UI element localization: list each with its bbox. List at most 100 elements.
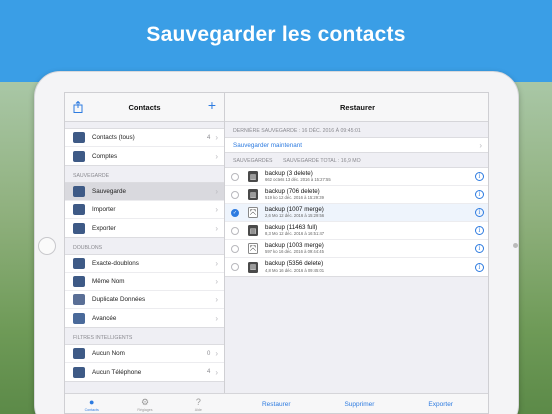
list-item-label: Avancée (92, 314, 117, 322)
last-backup-info: DERNIÈRE SAUVEGARDE : 16 DÉC. 2016 À 09:… (233, 128, 361, 134)
backup-list: ▥ backup (3 delete) 662 octets 13 déc. 2… (225, 167, 488, 277)
tab-help[interactable]: ? Aide (172, 394, 225, 413)
list-item-label: Importer (92, 206, 116, 213)
chevron-right-icon: › (215, 313, 218, 323)
radio-button[interactable] (231, 244, 239, 253)
info-icon[interactable]: i (475, 172, 484, 181)
backup-name: backup (1003 merge) (265, 241, 324, 249)
list-item-label: Sauvegarde (92, 188, 126, 195)
chevron-right-icon: › (215, 277, 218, 286)
chevron-right-icon: › (215, 349, 218, 358)
trash-icon: ▥ (248, 261, 258, 273)
list-item-count: 4 (206, 134, 211, 141)
trash-icon: ▥ (248, 189, 258, 200)
list-item-export[interactable]: Exporter › (65, 219, 224, 237)
list-item-all-contacts[interactable]: Contacts (tous) 4 › (65, 129, 224, 147)
backup-row[interactable]: ⤧ backup (1003 merge) 597 ko 16 déc. 201… (225, 240, 488, 258)
right-navbar: Restaurer (225, 93, 488, 122)
chevron-right-icon: › (215, 151, 218, 161)
filters-list: Aucun Nom 0 › Aucun Téléphone 4 › (65, 344, 224, 382)
backup-meta: 2,6 Mo 12 déc. 2016 à 15:29:56 (265, 213, 325, 219)
backup-row[interactable]: ✓ ⤧ backup (1007 merge) 2,6 Mo 12 déc. 2… (225, 204, 488, 222)
radio-button[interactable] (231, 172, 239, 181)
chevron-right-icon: › (215, 133, 218, 142)
add-icon[interactable]: + (208, 98, 216, 112)
list-item-no-name[interactable]: Aucun Nom 0 › (65, 345, 224, 363)
contact-card-icon (73, 276, 85, 287)
merge-icon: ⤧ (248, 207, 258, 218)
list-item-count: 0 (206, 350, 211, 357)
import-icon (73, 204, 85, 215)
tab-label: Réglages (137, 407, 153, 412)
export-icon (73, 222, 85, 234)
section-header-duplicates: DOUBLONS (73, 245, 103, 251)
list-item-exact-duplicates[interactable]: Exacte-doublons › (65, 255, 224, 273)
search-icon (73, 312, 85, 324)
list-item-import[interactable]: Importer › (65, 201, 224, 219)
backup-name: backup (1007 merge) (265, 205, 324, 213)
contact-card-icon (73, 348, 85, 359)
list-item-label: Aucun Téléphone (92, 368, 142, 376)
backup-row[interactable]: ▥ backup (706 delete) 519 ko 12 déc. 201… (225, 186, 488, 204)
tab-contacts[interactable]: ● Contacts (65, 394, 118, 413)
radio-button[interactable] (231, 263, 239, 271)
list-item-duplicate-data[interactable]: Duplicate Données › (65, 291, 224, 309)
merge-icon: ⤧ (248, 243, 258, 254)
info-icon[interactable]: i (475, 262, 484, 272)
list-item-advanced[interactable]: Avancée › (65, 309, 224, 327)
chevron-right-icon: › (215, 187, 218, 196)
document-icon (73, 294, 85, 305)
backup-meta: 662 octets 13 déc. 2016 à 15:27:55 (265, 177, 331, 183)
info-icon[interactable]: i (475, 208, 484, 217)
list-item-no-phone[interactable]: Aucun Téléphone 4 › (65, 363, 224, 381)
backups-header: SAUVEGARDES SAUVEGARDE TOTAL : 16,9 MO (225, 153, 488, 167)
contacts-icon (73, 132, 85, 143)
phone-icon (73, 366, 85, 378)
left-navbar: Contacts + (65, 93, 224, 122)
trash-icon: ▥ (248, 171, 258, 182)
full-backup-icon: ▤ (248, 225, 258, 236)
backup-meta: 519 ko 12 déc. 2016 à 15:29:39 (265, 195, 324, 201)
radio-button[interactable] (231, 226, 239, 235)
backup-row[interactable]: ▥ backup (5356 delete) 4,8 Mo 16 déc. 20… (225, 258, 488, 276)
question-icon: ? (195, 396, 201, 407)
delete-button[interactable]: Supprimer (344, 401, 374, 408)
list-item-same-name[interactable]: Même Nom › (65, 273, 224, 291)
backup-now-button[interactable]: Sauvegarder maintenant (233, 142, 479, 149)
list-item-backup[interactable]: Sauvegarde › (65, 183, 224, 201)
backup-name: backup (5356 delete) (265, 260, 324, 268)
backup-meta: 597 ko 16 déc. 2016 à 09:44:45 (265, 249, 324, 255)
list-item-label: Comptes (92, 152, 118, 160)
tab-label: Aide (194, 407, 202, 412)
restore-button[interactable]: Restaurer (262, 401, 291, 408)
master-pane: Contacts + Contacts (tous) 4 › Comptes ›… (65, 93, 225, 413)
chevron-right-icon: › (215, 367, 218, 377)
list-item-label: Même Nom (92, 278, 125, 285)
chevron-right-icon: › (215, 295, 218, 304)
backup-row[interactable]: ▥ backup (3 delete) 662 octets 13 déc. 2… (225, 168, 488, 186)
info-icon[interactable]: i (475, 190, 484, 199)
person-icon: ● (88, 396, 95, 407)
list-item-count: 4 (206, 369, 211, 375)
checkmark-icon[interactable]: ✓ (231, 208, 239, 217)
list-item-accounts[interactable]: Comptes › (65, 147, 224, 165)
backup-name: backup (11463 full) (265, 223, 318, 231)
backup-list: Sauvegarde › Importer › Exporter › (65, 182, 224, 238)
top-list: Contacts (tous) 4 › Comptes › (65, 128, 224, 166)
info-icon[interactable]: i (475, 226, 484, 235)
tab-label: Contacts (84, 407, 99, 412)
bottom-toolbar: Restaurer Supprimer Exporter (225, 393, 488, 413)
camera-dot (513, 243, 518, 248)
home-button (38, 237, 56, 255)
info-icon[interactable]: i (475, 244, 484, 253)
backup-name: backup (3 delete) (265, 169, 313, 177)
tab-settings[interactable]: ⚙ Réglages (118, 394, 171, 413)
radio-button[interactable] (231, 190, 239, 199)
backups-header-label: SAUVEGARDES (233, 158, 273, 164)
backup-icon (73, 186, 85, 197)
share-icon[interactable] (73, 101, 83, 113)
list-item-label: Contacts (tous) (92, 134, 135, 141)
export-button[interactable]: Exporter (428, 401, 453, 408)
backup-row[interactable]: ▤ backup (11463 full) 8,3 Mo 12 déc. 201… (225, 222, 488, 240)
backup-now-row[interactable]: Sauvegarder maintenant › (225, 137, 488, 153)
